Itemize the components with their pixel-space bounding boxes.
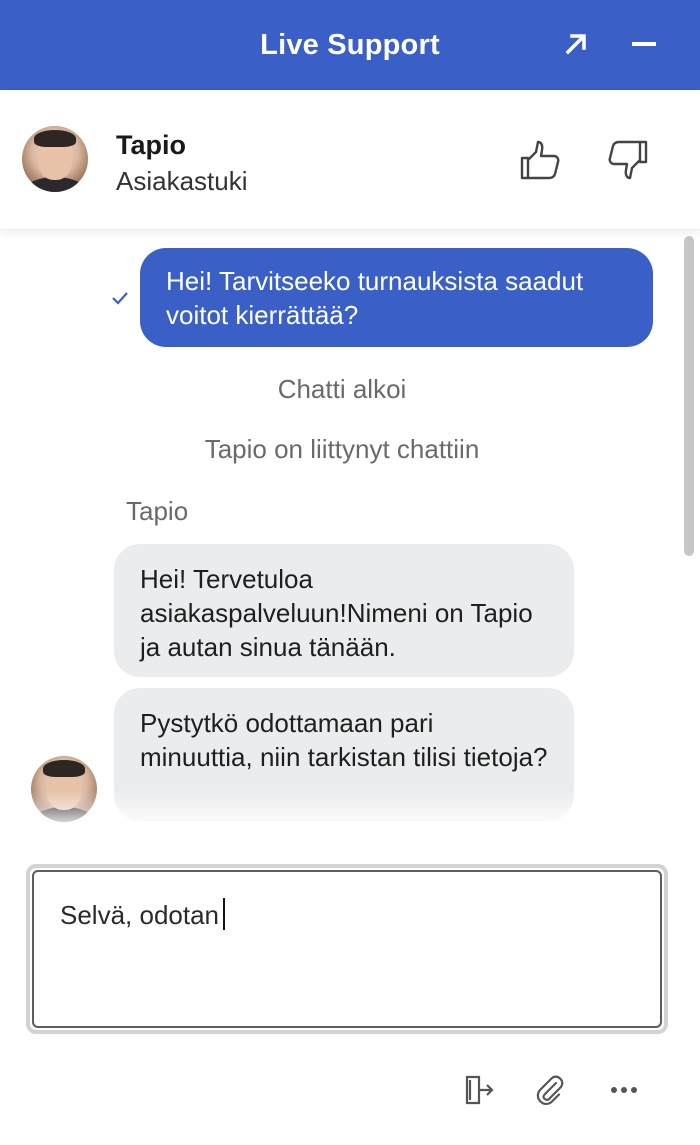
- text-cursor: [223, 898, 226, 930]
- thumbs-down-icon: [608, 140, 648, 180]
- agent-name: Tapio: [116, 130, 186, 160]
- chat-header: Live Support: [0, 0, 700, 90]
- message-input-text: Selvä, odotan: [60, 900, 220, 930]
- sender-label: Tapio: [126, 496, 189, 526]
- scrollbar-thumb[interactable]: [684, 236, 694, 556]
- paperclip-icon: [536, 1075, 564, 1106]
- message-input-wrapper: Selvä, odotan: [26, 864, 668, 1034]
- agent-message-bubble: Hei! Tervetuloa asiakaspalveluun!Nimeni …: [114, 544, 574, 677]
- attach-file-button[interactable]: [528, 1068, 572, 1112]
- rate-positive-button[interactable]: [518, 138, 562, 182]
- agent-avatar: [22, 126, 88, 192]
- rate-negative-button[interactable]: [606, 138, 650, 182]
- arrow-up-right-icon: [565, 34, 586, 55]
- header-title: Live Support: [260, 28, 440, 61]
- minimize-button[interactable]: [622, 22, 666, 66]
- message-list[interactable]: Hei! Tarvitseeko turnauksista saadut voi…: [0, 230, 700, 830]
- thumbs-up-icon: [520, 140, 560, 180]
- sent-check-icon: [112, 292, 128, 305]
- agent-role: Asiakastuki: [116, 166, 248, 196]
- exit-chat-icon: [465, 1075, 494, 1105]
- scroll-fade: [0, 790, 700, 830]
- message-input[interactable]: Selvä, odotan: [32, 870, 662, 1028]
- user-message-bubble: Hei! Tarvitseeko turnauksista saadut voi…: [140, 248, 653, 347]
- expand-button[interactable]: [554, 22, 598, 66]
- more-icon: [611, 1087, 637, 1093]
- more-options-button[interactable]: [602, 1068, 646, 1112]
- agent-info-bar: Tapio Asiakastuki: [0, 90, 700, 230]
- system-message: Tapio on liittynyt chattiin: [204, 434, 480, 464]
- system-message: Chatti alkoi: [277, 374, 407, 404]
- end-chat-button[interactable]: [456, 1068, 500, 1112]
- minus-icon: [632, 42, 656, 46]
